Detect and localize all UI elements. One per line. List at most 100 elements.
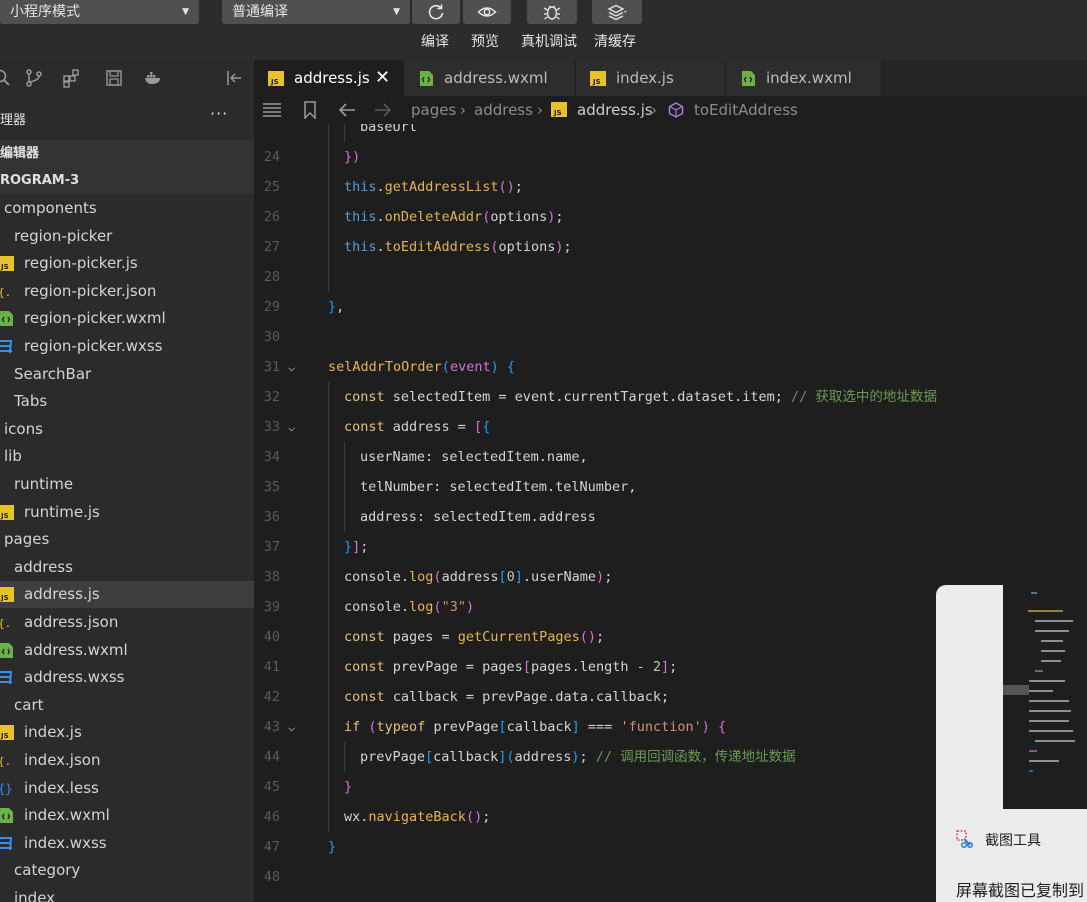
screenshot-thumbnail <box>1003 585 1087 809</box>
code-line: 28 <box>254 262 1087 292</box>
source-control-icon[interactable] <box>24 68 44 88</box>
wxml-file-icon <box>0 311 13 327</box>
method-icon <box>668 102 684 118</box>
indent-guide <box>328 772 329 802</box>
svg-text:JS: JS <box>0 594 9 602</box>
tree-folder[interactable]: category <box>0 857 254 884</box>
line-number: 28 <box>263 269 280 285</box>
tree-folder[interactable]: pages <box>0 526 254 553</box>
editor-tab[interactable]: index.wxml <box>726 60 882 96</box>
code-text: } <box>344 779 353 795</box>
line-number: 36 <box>263 509 280 525</box>
code-text: this.toEditAddress(options); <box>344 239 572 255</box>
search-icon[interactable] <box>0 68 12 88</box>
tree-file[interactable]: JS index.js <box>0 719 254 746</box>
tree-file[interactable]: address.wxml <box>0 637 254 664</box>
tree-file[interactable]: {..} region-picker.json <box>0 278 254 305</box>
code-text: wx.navigateBack(); <box>344 809 491 825</box>
tree-file[interactable]: index.wxss <box>0 830 254 857</box>
fold-chevron-icon[interactable]: ⌵ <box>288 412 295 442</box>
tree-item-label: region-picker.wxml <box>24 309 166 328</box>
wxml-file-icon <box>0 808 13 824</box>
extensions-icon[interactable] <box>62 68 82 88</box>
forward-arrow-icon[interactable] <box>374 101 392 119</box>
tree-folder[interactable]: address <box>0 554 254 581</box>
tree-folder[interactable]: Tabs <box>0 388 254 415</box>
list-icon[interactable] <box>262 101 282 119</box>
indent-guide <box>328 802 329 832</box>
bookmark-icon[interactable] <box>303 101 317 119</box>
tree-item-label: pages <box>4 530 50 549</box>
code-line: 33 ⌵ const address = [{ <box>254 412 1087 442</box>
breadcrumb-item[interactable]: pages <box>411 96 456 124</box>
less-file-icon: {} <box>0 782 12 796</box>
tree-folder[interactable]: cart <box>0 692 254 719</box>
remote-debug-button[interactable] <box>527 0 577 24</box>
tree-folder[interactable]: region-picker <box>0 223 254 250</box>
docker-icon[interactable] <box>143 68 163 88</box>
close-icon[interactable]: ✕ <box>375 60 390 96</box>
tree-file[interactable]: JS runtime.js <box>0 499 254 526</box>
preview-button[interactable] <box>463 0 511 24</box>
js-file-icon: JS <box>0 256 14 272</box>
tree-folder[interactable]: runtime <box>0 471 254 498</box>
code-text: const callback = prevPage.data.callback; <box>344 689 670 705</box>
breadcrumb-item[interactable]: address <box>474 96 533 124</box>
indent-guide <box>328 532 329 562</box>
screenshot-notification[interactable]: 截图工具 屏幕截图已复制到 <box>936 585 1087 902</box>
fold-chevron-icon[interactable]: ⌵ <box>288 352 295 382</box>
editor-tab[interactable]: JS index.js <box>576 60 726 96</box>
tree-folder[interactable]: SearchBar <box>0 361 254 388</box>
js-file-icon: JS <box>0 725 14 741</box>
tree-folder[interactable]: components <box>0 195 254 222</box>
tree-file[interactable]: address.wxss <box>0 664 254 691</box>
tree-item-label: cart <box>14 695 44 714</box>
collapse-panel-icon[interactable] <box>224 68 244 88</box>
code-line: 25 this.getAddressList(); <box>254 172 1087 202</box>
svg-text:JS: JS <box>592 78 601 86</box>
project-section[interactable]: ROGRAM-3 <box>0 167 254 194</box>
editor-tab[interactable]: JS address.js ✕ <box>254 60 404 96</box>
tree-folder[interactable]: index <box>0 885 254 902</box>
editor-tab[interactable]: address.wxml <box>404 60 576 96</box>
code-text: prevPage[callback](address); // 调用回调函数，传… <box>360 749 796 765</box>
breadcrumb-item[interactable]: address.js <box>577 96 653 124</box>
line-number: 41 <box>263 659 280 675</box>
mode-select[interactable]: 小程序模式 ▼ <box>0 0 199 24</box>
tree-file[interactable]: {} index.less <box>0 775 254 802</box>
tree-file[interactable]: JS address.js <box>0 581 254 609</box>
indent-guide <box>344 442 345 472</box>
indent-guide <box>344 124 345 142</box>
code-line: baseUrl <box>254 124 1087 142</box>
line-number: 30 <box>263 329 280 345</box>
breadcrumb-item[interactable]: toEditAddress <box>694 96 798 124</box>
tree-file[interactable]: {..} index.json <box>0 747 254 774</box>
tree-file[interactable]: {..} address.json <box>0 609 254 636</box>
compile-select[interactable]: 普通编译 ▼ <box>222 0 410 24</box>
save-icon[interactable] <box>104 68 124 88</box>
back-arrow-icon[interactable] <box>338 101 356 119</box>
clear-cache-button[interactable] <box>592 0 642 24</box>
tree-item-label: address.js <box>24 585 100 604</box>
more-icon[interactable]: ··· <box>210 104 228 123</box>
code-text: console.log("3") <box>344 599 475 615</box>
code-text: } <box>328 839 337 855</box>
tree-item-label: region-picker.wxss <box>24 337 163 355</box>
svg-text:JS: JS <box>0 263 9 271</box>
tree-item-label: runtime <box>14 475 74 493</box>
tree-folder[interactable]: icons <box>0 416 254 443</box>
tree-file[interactable]: index.wxml <box>0 802 254 829</box>
tree-file[interactable]: region-picker.wxml <box>0 305 254 332</box>
open-editors-section[interactable]: 编辑器 <box>0 140 254 167</box>
tree-folder[interactable]: lib <box>0 443 254 470</box>
indent-guide <box>328 742 329 772</box>
chevron-down-icon: ▼ <box>182 7 189 17</box>
tree-item-label: index.less <box>24 778 99 797</box>
tree-file[interactable]: JS region-picker.js <box>0 250 254 277</box>
tree-item-label: Tabs <box>14 392 48 411</box>
line-number: 37 <box>263 539 280 555</box>
fold-chevron-icon[interactable]: ⌵ <box>288 712 295 742</box>
compile-button[interactable] <box>412 0 460 24</box>
tree-file[interactable]: region-picker.wxss <box>0 333 254 360</box>
js-file-icon: JS <box>268 71 284 86</box>
